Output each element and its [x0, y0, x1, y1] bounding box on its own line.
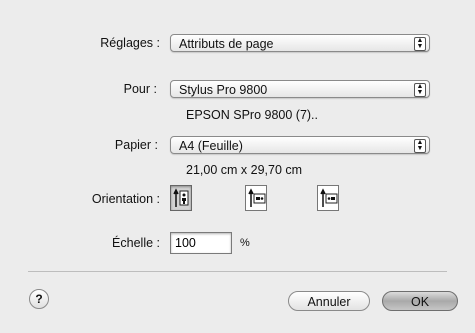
format-for-popup-value: Stylus Pro 9800 [179, 83, 268, 97]
paper-label: Papier : [114, 138, 158, 152]
paper-popup[interactable]: A4 (Feuille) ▲ ▼ [170, 136, 430, 154]
settings-label: Réglages : [100, 36, 160, 50]
separator [28, 271, 447, 272]
scale-input[interactable] [170, 232, 232, 254]
orientation-label: Orientation : [91, 192, 160, 206]
orientation-reverse-landscape-button[interactable] [317, 185, 339, 211]
format-for-popup[interactable]: Stylus Pro 9800 ▲ ▼ [170, 80, 430, 98]
popup-arrows-icon: ▲ ▼ [414, 83, 426, 97]
paper-popup-value: A4 (Feuille) [179, 139, 243, 153]
settings-popup-value: Attributs de page [179, 37, 274, 51]
ok-button[interactable]: OK [382, 291, 458, 311]
orientation-landscape-button[interactable] [245, 185, 267, 211]
orientation-portrait-button[interactable] [170, 185, 192, 211]
reverse-landscape-orientation-icon [320, 188, 338, 207]
portrait-orientation-icon [173, 188, 189, 207]
paper-dimensions: 21,00 cm x 29,70 cm [186, 163, 303, 177]
settings-popup[interactable]: Attributs de page ▲ ▼ [170, 34, 430, 52]
help-button[interactable]: ? [29, 289, 49, 309]
scale-label: Échelle : [112, 236, 160, 250]
popup-arrows-icon: ▲ ▼ [414, 37, 426, 51]
popup-arrows-icon: ▲ ▼ [414, 139, 426, 153]
scale-unit: % [240, 237, 250, 249]
landscape-orientation-icon [248, 188, 266, 207]
cancel-button[interactable]: Annuler [288, 291, 370, 311]
format-for-label: Pour : [123, 82, 157, 96]
printer-detail: EPSON SPro 9800 (7).. [186, 108, 319, 122]
help-icon: ? [35, 292, 43, 306]
